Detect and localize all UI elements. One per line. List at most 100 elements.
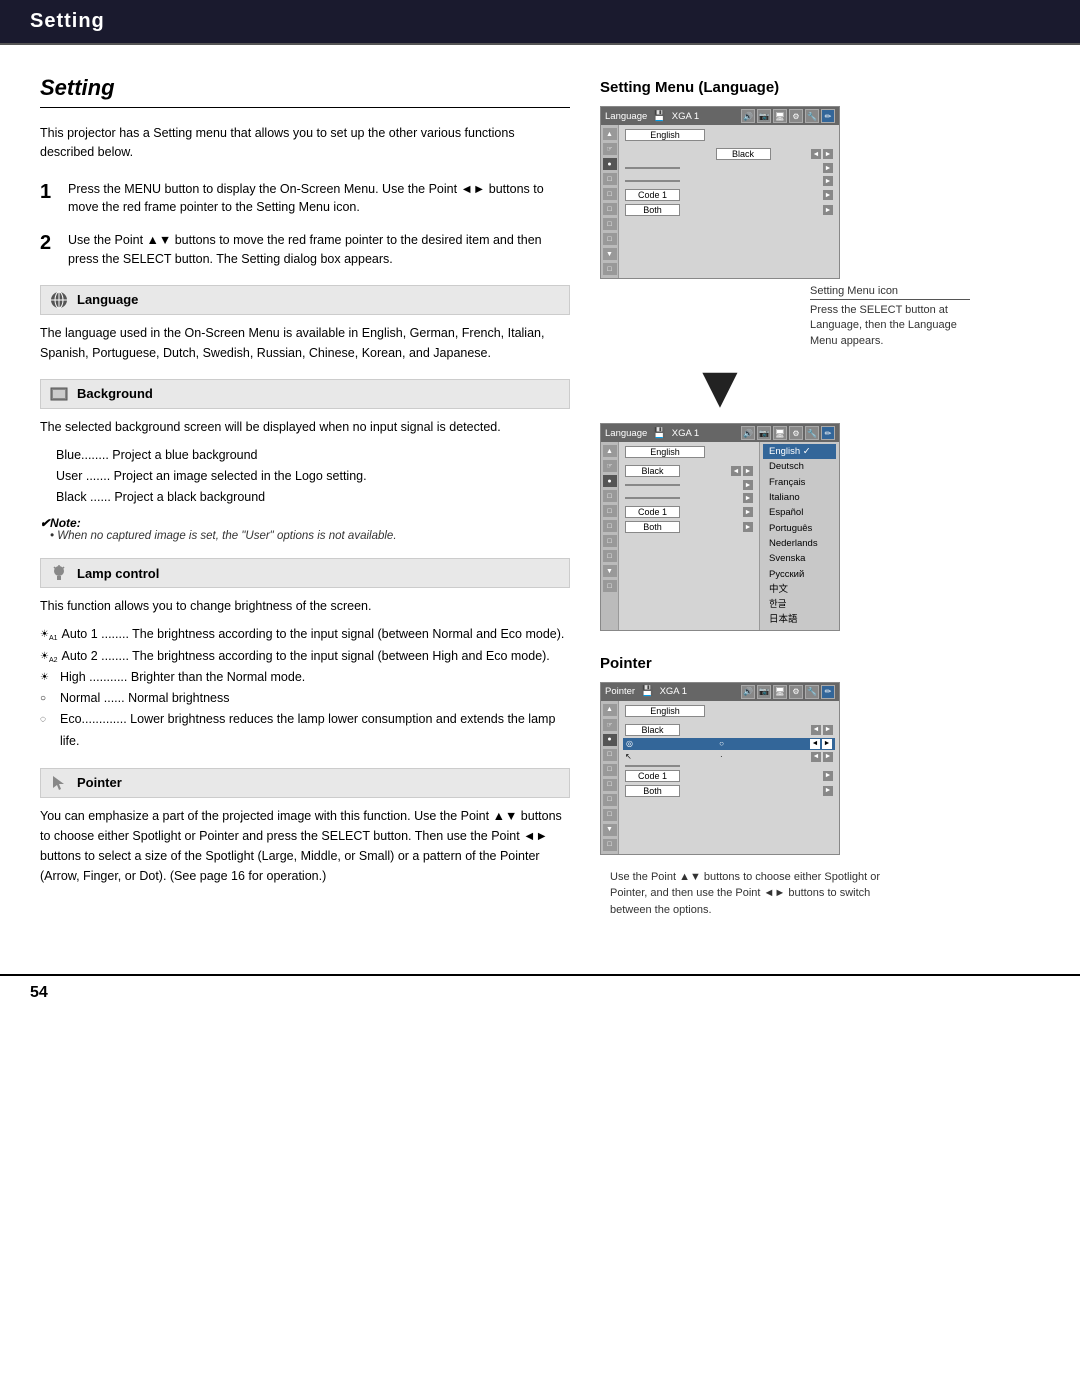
lamp-eco: ◌ Eco............. Lower brightness redu… bbox=[40, 709, 570, 752]
menu-titlebar-1: Language 💾 XGA 1 🔊 📷 🖥 ⚙ 🔧 ✏ bbox=[601, 107, 839, 125]
lamp-section-header: Lamp control bbox=[40, 558, 570, 588]
arrow-right-1[interactable]: ► bbox=[823, 149, 833, 159]
menu3-code-row: Code 1 ► bbox=[623, 769, 835, 783]
menu1-disk-icon: 💾 bbox=[653, 111, 665, 122]
pointer-right-title: Pointer bbox=[600, 655, 970, 672]
arrow-right-5[interactable]: ► bbox=[823, 205, 833, 215]
pointer-section-header: Pointer bbox=[40, 768, 570, 798]
background-user: User ....... Project an image selected i… bbox=[56, 466, 570, 487]
menu3-spotlight-row: ◎ ○ ◄ ► bbox=[623, 738, 835, 750]
menu2-arrow-left[interactable]: ◄ bbox=[731, 466, 741, 476]
menu2-ar3[interactable]: ► bbox=[743, 493, 753, 503]
menu3-sb-3: □ bbox=[603, 779, 617, 791]
menu2-both-value: Both bbox=[625, 521, 680, 533]
menu2-code-row: Code 1 ► bbox=[623, 505, 755, 519]
sidebar-sq1: □ bbox=[603, 173, 617, 185]
menu1-icon-2: 📷 bbox=[757, 109, 771, 123]
pointer-title: Pointer bbox=[77, 775, 122, 790]
menu1-lang-label: Language bbox=[605, 111, 647, 122]
menu3-spot-ar[interactable]: ► bbox=[822, 739, 832, 749]
setting-menu-language-title: Setting Menu (Language) bbox=[600, 79, 970, 96]
big-arrow-container: ▼ bbox=[600, 357, 840, 417]
lamp-high-icon: ☀ bbox=[40, 667, 56, 686]
sidebar-sq2: □ bbox=[603, 188, 617, 200]
menu2-icon-3: 🖥 bbox=[773, 426, 787, 440]
menu2-sidebar-sq3: □ bbox=[603, 520, 617, 532]
menu1-icon-active: ✏ bbox=[821, 109, 835, 123]
menu2-ar5[interactable]: ► bbox=[743, 522, 753, 532]
background-blue: Blue........ Project a blue background bbox=[56, 445, 570, 466]
lamp-icon bbox=[49, 563, 69, 583]
page-footer: 54 bbox=[0, 974, 1080, 1010]
arrow-right-2[interactable]: ► bbox=[823, 163, 833, 173]
spotlight-icon: ◎ bbox=[626, 739, 633, 748]
menu-ui-2-wrapper: Language 💾 XGA 1 🔊 📷 🖥 ⚙ 🔧 ✏ bbox=[600, 423, 840, 631]
lang-portugues[interactable]: Português bbox=[763, 521, 836, 536]
lang-espanol[interactable]: Español bbox=[763, 505, 836, 520]
menu2-sidebar: ▲ ☞ ● □ □ □ □ □ ▼ □ bbox=[601, 442, 619, 630]
lang-nederlands[interactable]: Nederlands bbox=[763, 536, 836, 551]
menu2-sidebar-hand: ☞ bbox=[603, 460, 617, 472]
menu3-icon-active: ✏ bbox=[821, 685, 835, 699]
lang-chinese[interactable]: 中文 bbox=[763, 582, 836, 597]
sidebar-sq5: □ bbox=[603, 233, 617, 245]
menu2-content: English Black ◄ ► bbox=[619, 442, 759, 630]
pointer-body: You can emphasize a part of the projecte… bbox=[40, 806, 570, 886]
language-body: The language used in the On-Screen Menu … bbox=[40, 323, 570, 363]
menu3-ptr-ar[interactable]: ► bbox=[823, 752, 833, 762]
menu3-code-ar[interactable]: ► bbox=[823, 771, 833, 781]
lang-deutsch[interactable]: Deutsch bbox=[763, 459, 836, 474]
menu3-ar[interactable]: ► bbox=[823, 725, 833, 735]
arrow-right-3[interactable]: ► bbox=[823, 176, 833, 186]
menu3-spot-al[interactable]: ◄ bbox=[810, 739, 820, 749]
menu3-icon-1: 🔊 bbox=[741, 685, 755, 699]
menu3-ptr-al[interactable]: ◄ bbox=[811, 752, 821, 762]
lang-japanese[interactable]: 日本語 bbox=[763, 612, 836, 627]
lang-korean[interactable]: 한글 bbox=[763, 597, 836, 612]
language-title: Language bbox=[77, 292, 138, 307]
callout-icon-text: Setting Menu icon Press the SELECT butto… bbox=[810, 285, 970, 349]
big-arrow-icon: ▼ bbox=[600, 357, 840, 417]
menu3-sb-5: □ bbox=[603, 809, 617, 821]
note-title: ✔Note: bbox=[40, 516, 570, 530]
menu3-both-ar[interactable]: ► bbox=[823, 786, 833, 796]
lang-english[interactable]: English ✓ bbox=[763, 444, 836, 459]
pointer-right-section: Pointer Pointer 💾 XGA 1 🔊 📷 🖥 bbox=[600, 655, 970, 919]
lang-svenska[interactable]: Svenska bbox=[763, 551, 836, 566]
lang-russian[interactable]: Русский bbox=[763, 567, 836, 582]
lang-italiano[interactable]: Italiano bbox=[763, 490, 836, 505]
menu2-english-row: English bbox=[623, 445, 755, 459]
content-wrapper: Setting This projector has a Setting men… bbox=[0, 45, 1080, 954]
lang-francais[interactable]: Français bbox=[763, 475, 836, 490]
menu2-ar2[interactable]: ► bbox=[743, 480, 753, 490]
menu3-icon-5: 🔧 bbox=[805, 685, 819, 699]
step-1-text: Press the MENU button to display the On-… bbox=[68, 180, 570, 218]
menu2-icon-4: ⚙ bbox=[789, 426, 803, 440]
menu1-icon-1: 🔊 bbox=[741, 109, 755, 123]
menu3-sidebar: ▲ ☞ ● □ □ □ □ □ ▼ □ bbox=[601, 701, 619, 854]
menu2-sidebar-sq2: □ bbox=[603, 505, 617, 517]
menu3-al[interactable]: ◄ bbox=[811, 725, 821, 735]
note-box: ✔Note: • When no captured image is set, … bbox=[40, 516, 570, 542]
language-dropdown: English ✓ Deutsch Français Italiano Espa… bbox=[759, 442, 839, 630]
background-body: The selected background screen will be d… bbox=[40, 417, 570, 437]
setting-menu-callout: Setting Menu icon Press the SELECT butto… bbox=[600, 285, 970, 349]
menu3-icon-3: 🖥 bbox=[773, 685, 787, 699]
background-title: Background bbox=[77, 386, 153, 401]
lamp-normal: ○ Normal ...... Normal brightness bbox=[40, 688, 570, 709]
page-title: Setting bbox=[40, 75, 570, 108]
background-list: Blue........ Project a blue background U… bbox=[40, 445, 570, 509]
arrow-left-1[interactable]: ◄ bbox=[811, 149, 821, 159]
menu2-sidebar-sq1: □ bbox=[603, 490, 617, 502]
menu-ui-1: Language 💾 XGA 1 🔊 📷 🖥 ⚙ 🔧 ✏ ▲ ☞ ● bbox=[600, 106, 840, 279]
menu2-xga-label: XGA 1 bbox=[672, 428, 699, 439]
menu3-sb-6: □ bbox=[603, 839, 617, 851]
menu3-sb-4: □ bbox=[603, 794, 617, 806]
menu1-english-value: English bbox=[625, 129, 705, 141]
menu1-sidebar: ▲ ☞ ● □ □ □ □ □ ▼ □ bbox=[601, 125, 619, 278]
menu1-icon-5: 🔧 bbox=[805, 109, 819, 123]
menu2-arrow-right[interactable]: ► bbox=[743, 466, 753, 476]
language-section-header: Language bbox=[40, 285, 570, 315]
arrow-right-4[interactable]: ► bbox=[823, 190, 833, 200]
menu2-ar4[interactable]: ► bbox=[743, 507, 753, 517]
